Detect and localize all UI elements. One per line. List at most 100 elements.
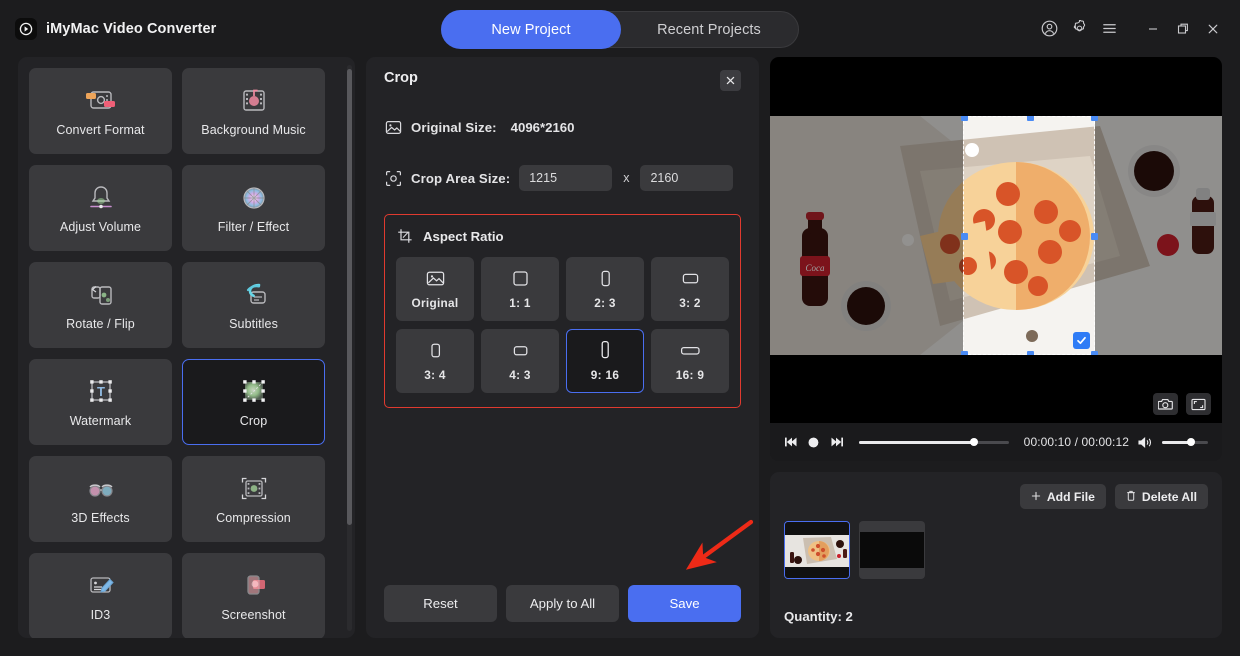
ratio-option-9-16[interactable]: 9: 16 [566, 329, 644, 393]
filter-effect-icon [237, 183, 271, 213]
tool-background-music[interactable]: Background Music [182, 68, 325, 154]
sidebar-scrollbar-thumb[interactable] [347, 69, 352, 525]
tool-compression[interactable]: Compression [182, 456, 325, 542]
close-icon[interactable] [1198, 14, 1228, 44]
skip-next-icon[interactable] [830, 436, 844, 448]
expand-icon[interactable] [1186, 393, 1211, 415]
aspect-ratio-section: Aspect Ratio Original [384, 214, 741, 408]
crop-panel-header: Crop [384, 70, 741, 91]
camera-icon[interactable] [1153, 393, 1178, 415]
ratio-option-original[interactable]: Original [396, 257, 474, 321]
app-window: iMyMac Video Converter New Project Recen… [0, 0, 1240, 656]
crop-height-input[interactable] [640, 165, 733, 191]
video-stage[interactable]: Coca [770, 57, 1222, 423]
tool-label: Subtitles [229, 317, 278, 331]
window-controls [1034, 14, 1240, 44]
delete-all-button[interactable]: Delete All [1115, 484, 1208, 509]
tool-screenshot[interactable]: Screenshot [182, 553, 325, 638]
tool-crop[interactable]: Crop [182, 359, 325, 445]
original-size-value: 4096*2160 [511, 120, 575, 135]
portrait-icon [598, 341, 612, 360]
crop-selection-scene [963, 116, 1095, 355]
aspect-ratio-grid: Original 1: 1 [396, 257, 729, 393]
crop-panel-title: Crop [384, 70, 418, 86]
app-title: iMyMac Video Converter [46, 21, 216, 37]
play-icon[interactable] [807, 436, 821, 449]
crop-selection-window[interactable] [963, 116, 1095, 355]
apply-to-all-button[interactable]: Apply to All [506, 585, 619, 622]
compression-icon [237, 474, 271, 504]
volume-icon[interactable] [1138, 436, 1153, 449]
playback-bar: 00:00:10 / 00:00:12 [770, 423, 1222, 461]
original-size-row: Original Size: 4096*2160 [384, 118, 741, 136]
quantity-label: Quantity: 2 [784, 609, 1208, 626]
reset-button[interactable]: Reset [384, 585, 497, 622]
tool-convert-format[interactable]: Convert Format [29, 68, 172, 154]
sidebar-scrollbar[interactable] [347, 65, 352, 631]
adjust-volume-icon [84, 183, 118, 213]
volume-slider[interactable] [1162, 441, 1208, 444]
ratio-option-1-1[interactable]: 1: 1 [481, 257, 559, 321]
thumbnail-image [860, 532, 924, 568]
file-thumbnail-pizza[interactable] [784, 521, 850, 579]
account-icon[interactable] [1034, 14, 1064, 44]
file-thumbnails [784, 521, 1208, 579]
landscape-icon [679, 341, 702, 360]
tool-watermark[interactable]: T Watermark [29, 359, 172, 445]
tool-label: Compression [216, 511, 291, 525]
crop-width-input[interactable] [519, 165, 612, 191]
screenshot-icon [237, 571, 271, 601]
tool-grid: Convert Format Background Music [29, 68, 347, 638]
progress-fill [859, 441, 974, 444]
ratio-label: 1: 1 [509, 296, 531, 310]
ratio-label: 2: 3 [594, 296, 616, 310]
minimize-icon[interactable] [1138, 14, 1168, 44]
file-thumbnail-dark[interactable] [859, 521, 925, 579]
close-icon[interactable] [720, 70, 741, 91]
ratio-option-4-3[interactable]: 4: 3 [481, 329, 559, 393]
ratio-option-2-3[interactable]: 2: 3 [566, 257, 644, 321]
portrait-icon [598, 269, 613, 288]
ratio-option-3-2[interactable]: 3: 2 [651, 257, 729, 321]
save-button[interactable]: Save [628, 585, 741, 622]
add-file-button[interactable]: Add File [1020, 484, 1106, 509]
ratio-option-3-4[interactable]: 3: 4 [396, 329, 474, 393]
dimension-separator: x [623, 171, 629, 185]
skip-previous-icon[interactable] [784, 436, 798, 448]
original-size-label: Original Size: [411, 120, 497, 135]
tool-label: Filter / Effect [218, 220, 289, 234]
app-brand: iMyMac Video Converter [0, 18, 216, 40]
tab-recent-projects[interactable]: Recent Projects [620, 11, 798, 48]
menu-icon[interactable] [1094, 14, 1124, 44]
tool-subtitles[interactable]: Subtitles [182, 262, 325, 348]
3d-effects-icon [84, 474, 118, 504]
gear-icon[interactable] [1064, 14, 1094, 44]
landscape-icon [510, 341, 531, 360]
aspect-ratio-header: Aspect Ratio [396, 227, 729, 245]
video-frame: Coca [770, 116, 1222, 355]
tool-filter-effect[interactable]: Filter / Effect [182, 165, 325, 251]
maximize-icon[interactable] [1168, 14, 1198, 44]
crop-icon [237, 377, 271, 407]
convert-format-icon [84, 86, 118, 116]
progress-knob[interactable] [970, 438, 978, 446]
landscape-icon [680, 269, 701, 288]
tool-id3[interactable]: ID3 [29, 553, 172, 638]
volume-knob[interactable] [1187, 438, 1195, 446]
tool-adjust-volume[interactable]: Adjust Volume [29, 165, 172, 251]
file-list-actions: Add File Delete All [784, 484, 1208, 509]
image-icon [384, 118, 402, 136]
stage-tools [1153, 393, 1211, 415]
square-icon [511, 269, 530, 288]
tool-label: Watermark [70, 414, 132, 428]
aspect-ratio-title: Aspect Ratio [423, 229, 504, 244]
play-circle-icon [15, 18, 37, 40]
thumbnail-image [785, 535, 849, 567]
progress-slider[interactable] [859, 441, 1009, 444]
ratio-option-16-9[interactable]: 16: 9 [651, 329, 729, 393]
tool-3d-effects[interactable]: 3D Effects [29, 456, 172, 542]
tab-new-project[interactable]: New Project [442, 11, 620, 48]
tool-label: Background Music [201, 123, 305, 137]
tool-rotate-flip[interactable]: Rotate / Flip [29, 262, 172, 348]
crop-panel: Crop Original Size: 4096*2160 [366, 57, 759, 638]
